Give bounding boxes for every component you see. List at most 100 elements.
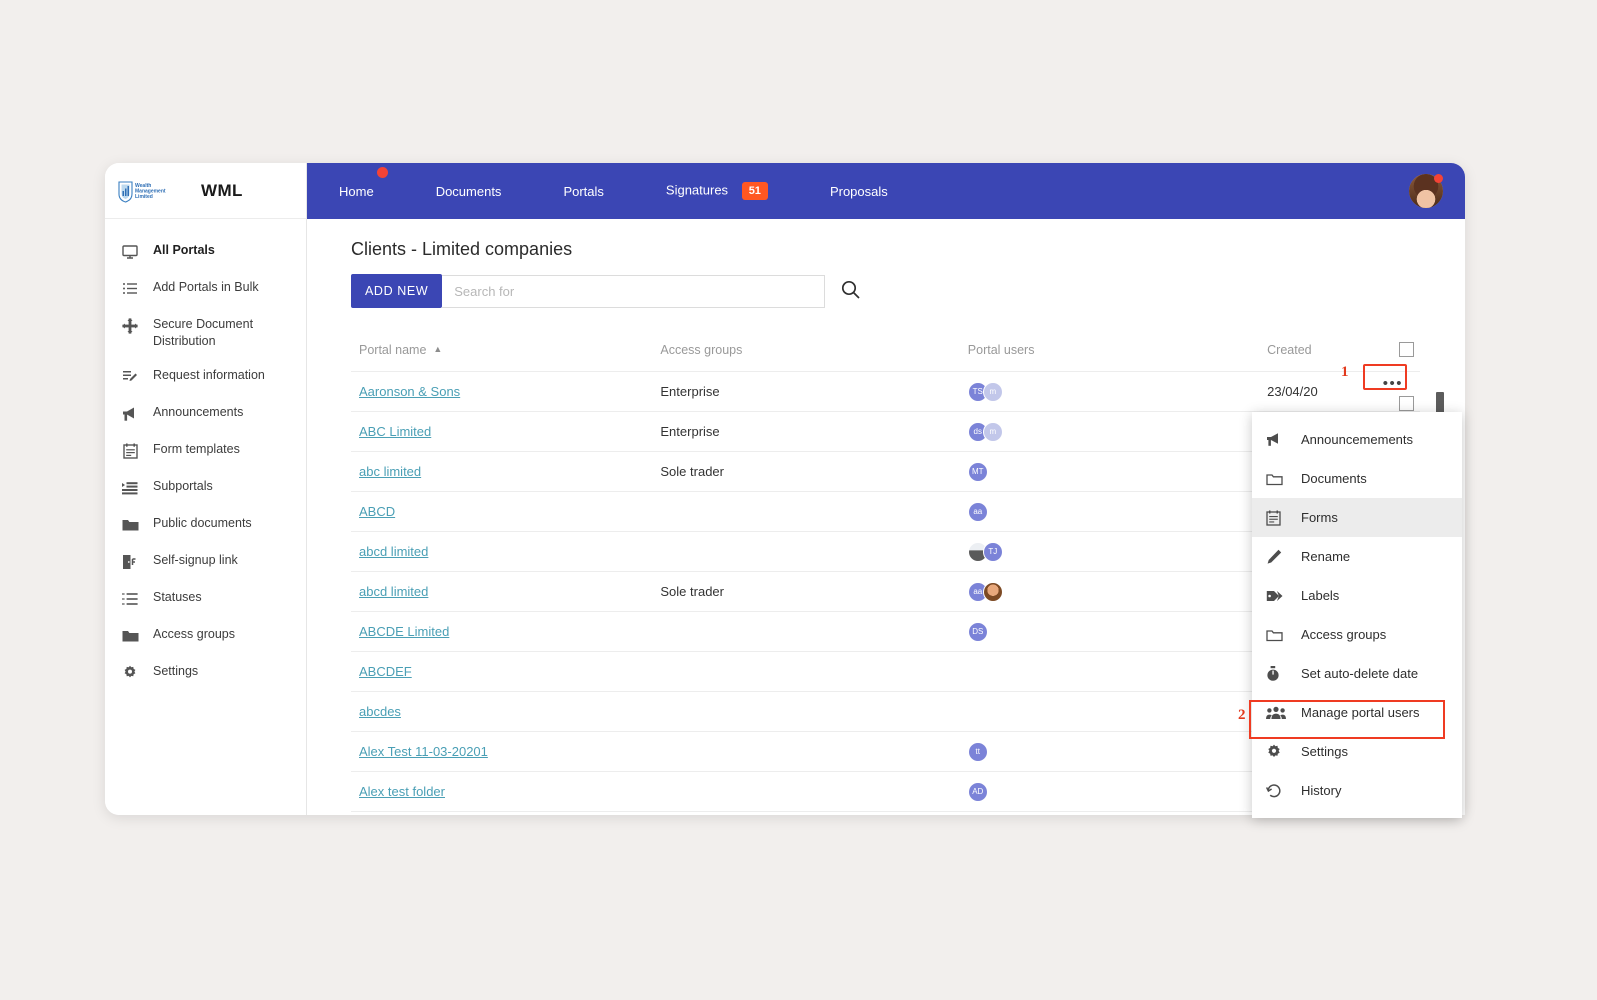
avatar[interactable]: tt (967, 741, 988, 762)
sidebar-item-form-templates[interactable]: Form templates (105, 432, 306, 469)
avatar[interactable]: AD (967, 781, 988, 802)
cell-access-group (660, 491, 968, 532)
sidebar-item-self-signup-link[interactable]: Self-signup link (105, 543, 306, 580)
avatar[interactable] (982, 581, 1003, 602)
annotation-step-2: 2 (1238, 707, 1246, 723)
menu-item-access-groups[interactable]: Access groups (1252, 615, 1462, 654)
sidebar-item-subportals[interactable]: Subportals (105, 469, 306, 506)
sidebar-item-label: Add Portals in Bulk (153, 280, 259, 294)
portal-name-link[interactable]: Alex test folder (359, 784, 445, 799)
add-new-button[interactable]: ADD NEW (351, 274, 443, 308)
sidebar-item-add-portals-in-bulk[interactable]: Add Portals in Bulk (105, 270, 306, 307)
pencil-icon (1266, 549, 1290, 565)
select-all-checkbox[interactable] (1399, 342, 1414, 358)
top-nav-items: Home Documents Portals Signatures 51 Pro… (307, 166, 950, 206)
tab-portals-label: Portals (563, 183, 604, 199)
column-label: Portal name (359, 342, 427, 357)
folder-icon (1266, 472, 1290, 486)
portal-name-link[interactable]: ABCD (359, 504, 395, 519)
avatar-group: aa (967, 501, 1267, 522)
sidebar-item-announcements[interactable]: Announcements (105, 395, 306, 432)
search-button[interactable] (841, 280, 860, 302)
avatar[interactable]: MT (967, 461, 988, 482)
menu-item-label: History (1301, 783, 1342, 798)
tab-proposals[interactable]: Proposals (830, 178, 888, 205)
menu-item-set-auto-delete-date[interactable]: Set auto-delete date (1252, 654, 1462, 693)
column-header-select-all (1367, 342, 1420, 372)
menu-item-forms[interactable]: Forms (1252, 498, 1462, 537)
column-header-portal-name[interactable]: Portal name ▲ (351, 342, 660, 372)
cell-portal-users (967, 651, 1268, 692)
menu-item-labels[interactable]: Labels (1252, 576, 1462, 615)
page-title: Clients - Limited companies (351, 239, 573, 259)
column-header-portal-users[interactable]: Portal users (968, 342, 1267, 372)
cell-portal-users (967, 691, 1268, 732)
menu-item-manage-portal-users[interactable]: Manage portal users (1252, 693, 1462, 732)
portal-name-link[interactable]: abc limited (359, 464, 421, 479)
sort-ascending-icon: ▲ (433, 343, 443, 354)
row-checkbox[interactable] (1399, 396, 1414, 412)
megaphone-icon (119, 404, 141, 424)
portal-name-link[interactable]: Aaronson & Sons (359, 384, 460, 399)
folder-icon (1266, 628, 1290, 642)
menu-item-label: Set auto-delete date (1301, 666, 1419, 681)
avatar[interactable]: TJ (982, 541, 1003, 562)
sidebar-item-all-portals[interactable]: All Portals (105, 233, 306, 270)
brand-header[interactable]: Wealth Management Limited WML (105, 163, 306, 219)
cell-access-group (660, 531, 968, 572)
menu-item-rename[interactable]: Rename (1252, 537, 1462, 576)
sidebar-nav: All Portals Add Portals in Bulk Secure D… (105, 219, 306, 691)
avatar[interactable]: DS (967, 621, 988, 642)
cell-portal-name: Alex test folder (351, 771, 661, 813)
avatar[interactable]: aa (967, 501, 988, 522)
annotation-step-1: 1 (1341, 364, 1349, 380)
menu-item-documents[interactable]: Documents (1252, 459, 1462, 498)
portal-name-link[interactable]: abcdes (359, 704, 401, 719)
move-icon (119, 316, 141, 336)
tab-documents[interactable]: Documents (436, 178, 502, 205)
toolbar: ADD NEW (307, 260, 1465, 308)
sidebar-item-access-groups[interactable]: Access groups (105, 617, 306, 654)
cell-portal-users: MT (967, 451, 1268, 492)
sidebar-item-secure-document-distribution[interactable]: Secure Document Distribution (105, 307, 306, 358)
tab-portals[interactable]: Portals (563, 178, 603, 205)
portal-name-link[interactable]: Alex Test 11-03-20201 (359, 744, 488, 759)
sidebar-item-label: Settings (153, 664, 199, 678)
column-header-created[interactable]: Created (1267, 342, 1367, 372)
cell-access-group: Enterprise (660, 371, 968, 412)
table-row[interactable]: Aaronson & Sons Enterprise TS m 23/04/20… (351, 371, 1420, 412)
cell-portal-users: TJ (967, 531, 1268, 572)
portal-name-link[interactable]: ABCDE Limited (359, 624, 449, 639)
cell-row-actions: ••• (1367, 371, 1420, 412)
tab-proposals-label: Proposals (829, 183, 888, 199)
sidebar-item-public-documents[interactable]: Public documents (105, 506, 306, 543)
portal-name-link[interactable]: abcd limited (359, 544, 428, 559)
portal-name-link[interactable]: abcd limited (359, 584, 428, 599)
menu-item-label: Settings (1301, 744, 1348, 759)
avatar[interactable]: m (982, 381, 1003, 402)
menu-item-history[interactable]: History (1252, 771, 1462, 810)
portal-name-link[interactable]: ABC Limited (359, 424, 431, 439)
avatar[interactable]: m (982, 421, 1003, 442)
cell-access-group (660, 731, 968, 772)
column-header-access-groups[interactable]: Access groups (660, 342, 967, 372)
sidebar-item-label: Form templates (153, 442, 240, 456)
cell-portal-name: ABCDE Limited (351, 611, 661, 652)
sidebar-item-settings[interactable]: Settings (105, 654, 306, 691)
cell-created: 23/04/20 (1267, 371, 1367, 412)
sidebar-item-request-information[interactable]: Request information (105, 358, 306, 395)
search-icon (841, 280, 860, 302)
search-input[interactable] (442, 274, 826, 308)
tab-signatures[interactable]: Signatures 51 (666, 176, 768, 206)
monitor-icon (119, 242, 141, 262)
portal-name-link[interactable]: ABCDEF (359, 664, 412, 679)
menu-item-label: Labels (1301, 588, 1340, 603)
cell-portal-users: DS (967, 611, 1268, 652)
menu-item-announcements[interactable]: Announcemements (1252, 420, 1462, 459)
subportal-icon (119, 478, 141, 498)
sidebar-item-statuses[interactable]: Statuses (105, 580, 306, 617)
row-actions-button[interactable]: ••• (1376, 372, 1410, 395)
menu-item-settings[interactable]: Settings (1252, 732, 1462, 771)
cell-portal-name: abcd limited (351, 531, 661, 572)
tab-home[interactable]: Home (339, 166, 388, 205)
